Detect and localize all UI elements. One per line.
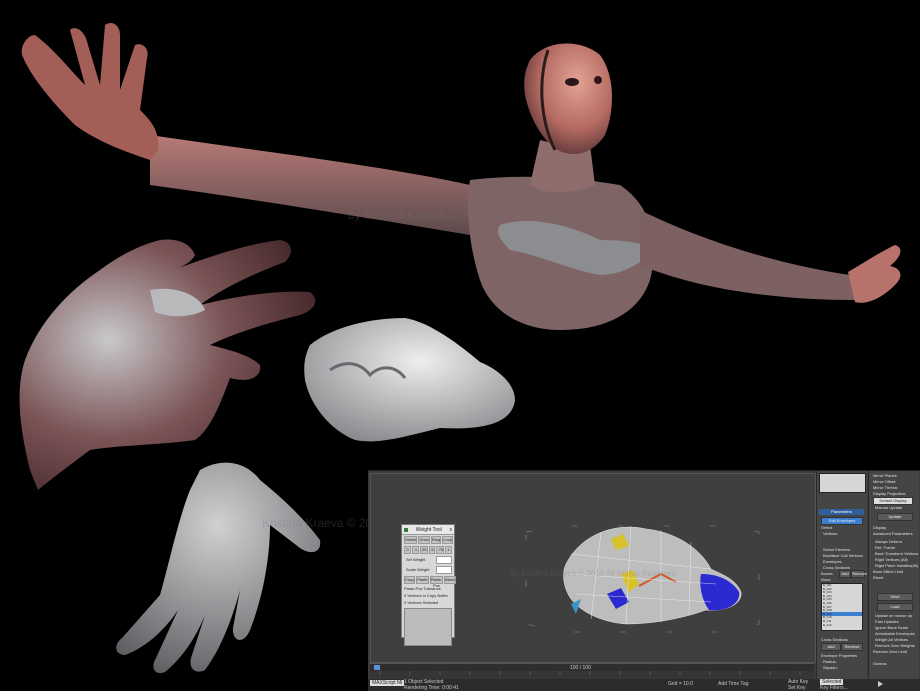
pinching-hand: [19, 239, 316, 490]
default-display-dropdown[interactable]: Default Display: [873, 497, 913, 505]
add-cross-section-button[interactable]: Add: [821, 643, 841, 651]
save-button[interactable]: Save: [877, 593, 913, 601]
watermark: by Kristina Kraeva © 2014 All Rights Res…: [511, 569, 677, 578]
perspective-viewport[interactable]: by Kristina Kraeva © 2014 All Rights Res…: [370, 473, 816, 663]
always-deform-checkbox[interactable]: Always Deform: [875, 539, 902, 544]
load-button[interactable]: Load: [877, 603, 913, 611]
eye: [594, 76, 602, 84]
shrink-button[interactable]: Shrink: [404, 536, 418, 544]
mirror-thresh-label: Mirror Thresh:: [873, 485, 899, 490]
update-button[interactable]: Update: [877, 513, 913, 521]
rendering-time-status: Rendering Time: 0:00:41: [404, 685, 459, 691]
cross-sections-header: Cross Sections: [821, 637, 848, 642]
time-slider-icon[interactable]: [374, 665, 380, 670]
bone-list-item[interactable]: B_012: [823, 623, 832, 627]
left-open-hand: [21, 23, 159, 160]
blend-button[interactable]: Blend: [444, 576, 457, 584]
display-projection-label: Display Projection:: [873, 491, 907, 496]
weight-tool-app-icon: [404, 527, 408, 532]
weight-01-button[interactable]: .1: [411, 546, 419, 554]
add-time-tag-button[interactable]: Add Time Tag: [718, 681, 748, 687]
modifier-stack[interactable]: [819, 473, 866, 493]
weight-075-button[interactable]: .75: [436, 546, 445, 554]
backface-cull-checkbox[interactable]: Backface Cull Vertices: [823, 553, 863, 558]
reset-label: Reset: [873, 575, 884, 580]
watermark: by Kristina Kraeva © 2014 All Rights Res…: [348, 208, 596, 222]
weight-tool-title: Weight Tool: [415, 526, 442, 533]
weight-all-vertices-checkbox[interactable]: Weight All Vertices: [875, 637, 908, 642]
key-filters-button[interactable]: Key Filters...: [820, 685, 848, 691]
weight-1-button[interactable]: 1: [445, 546, 452, 554]
head: [524, 43, 612, 155]
set-weight-field[interactable]: [436, 556, 452, 564]
copy-buffer-status: 0 Vertices in Copy Buffer: [404, 593, 448, 598]
status-bar: MAXScript Mi 1 Object Selected Rendering…: [368, 679, 920, 691]
edit-envelopes-button[interactable]: Edit Envelopes: [821, 517, 863, 525]
mirror-planes-label: Mirror Planes: [873, 473, 897, 478]
advanced-parameters-rollout[interactable]: Advanced Parameters: [873, 531, 913, 536]
ring-button[interactable]: Ring: [430, 536, 442, 544]
track-bar[interactable]: [370, 671, 814, 679]
remove-zero-limit-label: Remove Zero Limit: [873, 649, 907, 654]
back-transform-checkbox[interactable]: Back Transform Vertices: [875, 551, 918, 556]
command-panel-advanced: Mirror Planes Mirror Offset: Mirror Thre…: [868, 471, 919, 679]
bone-affect-limit-label: Bone Affect Limit: [873, 569, 903, 574]
remove-zero-weights-button[interactable]: Remove Zero Weights: [875, 643, 915, 648]
add-bone-button[interactable]: Add: [839, 570, 851, 578]
envelope-properties-label: Envelope Properties: [821, 653, 858, 658]
select-element-checkbox[interactable]: Select Element: [823, 547, 850, 552]
squash-label: Squash:: [823, 665, 838, 670]
eye: [565, 78, 579, 86]
grid-size: Grid = 10.0: [668, 681, 693, 687]
animatable-envelopes-checkbox[interactable]: Animatable Envelopes: [875, 631, 915, 636]
drooping-hand: [116, 462, 321, 674]
track-bar-ticks: [379, 671, 801, 675]
vertices-selected-status: 0 Vertices Selected: [404, 600, 439, 605]
scale-weight-label: Scale Weight: [406, 567, 430, 572]
select-label: Select: [821, 525, 833, 530]
display-rollout[interactable]: Display: [873, 525, 886, 530]
weight-list[interactable]: [404, 608, 452, 646]
manual-update-checkbox[interactable]: Manual Update: [875, 505, 902, 510]
scale-weight-field[interactable]: [436, 566, 452, 574]
copy-button[interactable]: Copy: [404, 576, 416, 584]
remove-bone-button[interactable]: Remove: [851, 570, 867, 578]
update-on-mouse-up-checkbox[interactable]: Update on mouse up: [875, 613, 912, 618]
close-icon[interactable]: x: [449, 527, 452, 533]
weight-tool-titlebar: Weight Tool x: [402, 525, 454, 535]
envelopes-checkbox[interactable]: Envelopes: [823, 559, 842, 564]
ref-frame-label: Ref. Frame: [875, 545, 896, 550]
3dsmax-window: by Kristina Kraeva © 2014 All Rights Res…: [368, 470, 920, 691]
mirror-offset-label: Mirror Offset:: [873, 479, 897, 484]
gizmos-rollout[interactable]: Gizmos: [873, 661, 887, 666]
weight-tool-dialog: Weight Tool x Shrink Grow Ring Loop 0 .1…: [401, 524, 457, 646]
loop-button[interactable]: Loop: [442, 536, 454, 544]
right-hand: [848, 245, 901, 303]
parameters-rollout[interactable]: Parameters: [819, 509, 864, 515]
weight-025-button[interactable]: .25: [419, 546, 428, 554]
paste-pos-tolerance-label: Paste-Pos Tolerance: [404, 586, 441, 591]
set-weight-label: Set Weight: [406, 557, 426, 562]
set-key-button[interactable]: Set Key: [788, 685, 806, 691]
bones-label: Bones:: [821, 571, 834, 576]
rigid-vertices-checkbox[interactable]: Rigid Vertices (All): [875, 557, 908, 562]
none-label: None: [821, 577, 831, 582]
rigid-patch-handles-checkbox[interactable]: Rigid Patch Handles(All): [875, 563, 918, 568]
radius-label: Radius:: [823, 659, 837, 664]
play-icon[interactable]: [878, 681, 883, 687]
grow-button[interactable]: Grow: [418, 536, 430, 544]
fist: [304, 318, 515, 442]
paste-pos-button[interactable]: Paste-Pos: [429, 576, 444, 588]
vertices-checkbox[interactable]: Vertices: [823, 531, 837, 536]
right-arm: [640, 210, 855, 300]
command-panel-skin: Parameters Edit Envelopes Select Vertice…: [816, 471, 867, 679]
maxscript-listener[interactable]: MAXScript Mi: [370, 680, 405, 686]
ignore-bone-scale-checkbox[interactable]: Ignore Bone Scale: [875, 625, 908, 630]
weight-05-button[interactable]: .5: [428, 546, 436, 554]
remove-cross-section-button[interactable]: Remove: [841, 643, 863, 651]
bone-list[interactable]: B_001 B_002 B_003 B_004 B_005 B_006 B_007 B_008…: [821, 583, 863, 631]
weight-0-button[interactable]: 0: [404, 546, 411, 554]
paste-button[interactable]: Paste: [416, 576, 429, 584]
fast-updates-checkbox[interactable]: Fast Updates: [875, 619, 899, 624]
